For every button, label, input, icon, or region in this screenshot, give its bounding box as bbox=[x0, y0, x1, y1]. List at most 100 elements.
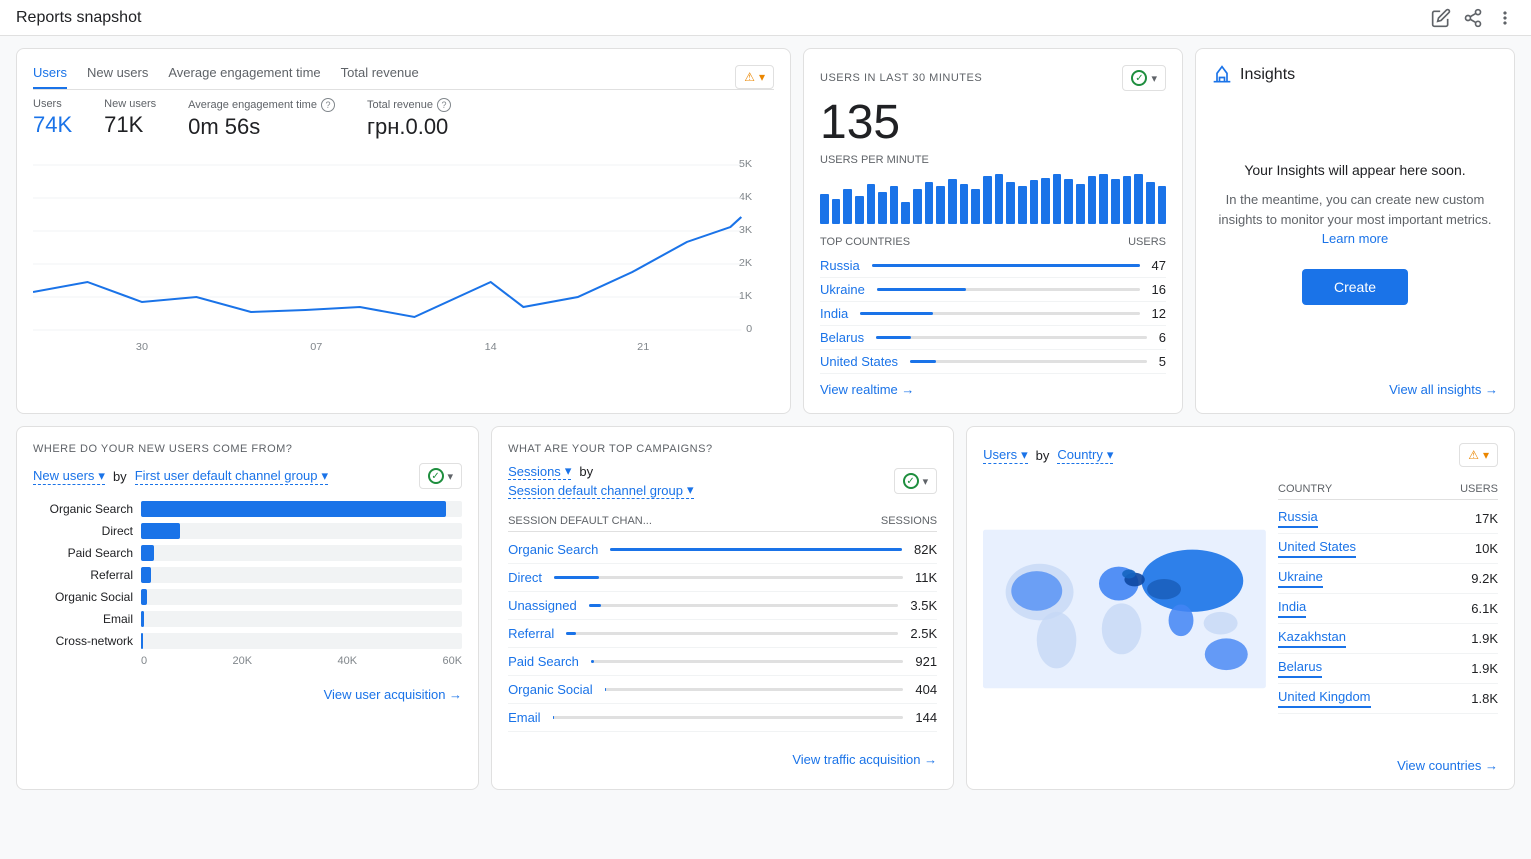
view-user-acquisition-link[interactable]: View user acquisition → bbox=[324, 687, 463, 702]
bar-track bbox=[141, 523, 462, 539]
sessions-label: Sessions bbox=[508, 464, 561, 479]
map-country-name[interactable]: Kazakhstan bbox=[1278, 629, 1346, 644]
tab-new-users[interactable]: New users bbox=[87, 65, 148, 89]
insights-icon bbox=[1212, 65, 1232, 85]
map-bar-line bbox=[1278, 556, 1356, 558]
campaigns-table-row: Unassigned 3.5K bbox=[508, 592, 937, 620]
view-realtime-link[interactable]: View realtime → bbox=[820, 382, 1166, 397]
metric-new-users-value: 71K bbox=[104, 112, 156, 138]
map-table-header: COUNTRY USERS bbox=[1278, 479, 1498, 500]
map-users-label: Users bbox=[983, 447, 1017, 462]
map-table-row: Russia 17K bbox=[1278, 504, 1498, 534]
map-col-country: COUNTRY bbox=[1278, 483, 1332, 495]
insights-title: Insights bbox=[1240, 66, 1295, 84]
map-country-name[interactable]: India bbox=[1278, 599, 1306, 614]
revenue-info-icon[interactable]: ? bbox=[437, 98, 451, 112]
acquisition-bar-row: Organic Social bbox=[33, 589, 462, 605]
map-table-row: United States 10K bbox=[1278, 534, 1498, 564]
map-country-name[interactable]: Russia bbox=[1278, 509, 1318, 524]
bar-fill bbox=[141, 501, 446, 517]
campaigns-view-link-row: View traffic acquisition → bbox=[508, 744, 937, 767]
share-icon[interactable] bbox=[1463, 8, 1483, 28]
channel-name[interactable]: Referral bbox=[508, 626, 554, 641]
channel-group-select[interactable]: Session default channel group ▾ bbox=[508, 482, 693, 499]
green-check-icon bbox=[1131, 70, 1147, 86]
filter-dimension-label: First user default channel group bbox=[135, 468, 318, 483]
minute-bar bbox=[1134, 174, 1143, 224]
edit-icon[interactable] bbox=[1431, 8, 1451, 28]
minute-bar bbox=[948, 179, 957, 224]
metric-tabs: Users New users Average engagement time … bbox=[33, 65, 774, 90]
channel-name[interactable]: Direct bbox=[508, 570, 542, 585]
map-warning-icon: ⚠ bbox=[1468, 448, 1479, 462]
channel-name[interactable]: Organic Search bbox=[508, 542, 598, 557]
sessions-header: Sessions ▾ by Session default channel gr… bbox=[508, 463, 937, 499]
by-label: by bbox=[113, 469, 127, 484]
acquisition-bar-row: Referral bbox=[33, 567, 462, 583]
map-by-label: by bbox=[1036, 448, 1050, 463]
country-name[interactable]: India bbox=[820, 306, 848, 321]
country-name[interactable]: United States bbox=[820, 354, 898, 369]
sessions-metric-select[interactable]: Sessions ▾ bbox=[508, 463, 571, 480]
acquisition-bar-row: Direct bbox=[33, 523, 462, 539]
map-warning-button[interactable]: ⚠ ▾ bbox=[1459, 443, 1498, 467]
map-users-value: 1.8K bbox=[1471, 691, 1498, 706]
country-row: Russia 47 bbox=[820, 254, 1166, 278]
insights-description: In the meantime, you can create new cust… bbox=[1212, 190, 1498, 249]
acquisition-metric-select[interactable]: New users ▾ bbox=[33, 468, 105, 485]
sessions-value: 2.5K bbox=[910, 626, 937, 641]
metric-users-value: 74K bbox=[33, 112, 72, 138]
avg-info-icon[interactable]: ? bbox=[321, 98, 335, 112]
minute-bar bbox=[1064, 179, 1073, 224]
realtime-header: USERS IN LAST 30 MINUTES ▾ bbox=[820, 65, 1166, 91]
filter-dimension-arrow: ▾ bbox=[322, 468, 329, 484]
sessions-value: 3.5K bbox=[910, 598, 937, 613]
map-country-select[interactable]: Country ▾ bbox=[1057, 447, 1113, 464]
tab-avg-engagement[interactable]: Average engagement time bbox=[168, 65, 320, 89]
view-all-insights-row: View all insights → bbox=[1212, 374, 1498, 397]
minute-bar bbox=[820, 194, 829, 224]
view-all-insights-link[interactable]: View all insights → bbox=[1389, 382, 1498, 397]
map-country-label: Country bbox=[1057, 447, 1103, 462]
map-country-cell: United Kingdom bbox=[1278, 689, 1371, 708]
country-bar-wrap bbox=[910, 360, 1147, 363]
channel-name[interactable]: Organic Social bbox=[508, 682, 593, 697]
map-users-select[interactable]: Users ▾ bbox=[983, 447, 1027, 464]
map-country-name[interactable]: Ukraine bbox=[1278, 569, 1323, 584]
channel-name[interactable]: Unassigned bbox=[508, 598, 577, 613]
channel-name[interactable]: Paid Search bbox=[508, 654, 579, 669]
learn-more-link[interactable]: Learn more bbox=[1322, 231, 1388, 246]
map-users-value: 9.2K bbox=[1471, 571, 1498, 586]
map-col-users: USERS bbox=[1460, 483, 1498, 495]
main-content: Users New users Average engagement time … bbox=[0, 36, 1531, 802]
country-bar bbox=[860, 312, 933, 315]
country-row: United States 5 bbox=[820, 350, 1166, 374]
warning-button[interactable]: ⚠ ▾ bbox=[735, 65, 774, 89]
channel-name[interactable]: Email bbox=[508, 710, 541, 725]
campaigns-status-btn[interactable]: ▾ bbox=[894, 468, 938, 494]
map-table-row: Belarus 1.9K bbox=[1278, 654, 1498, 684]
map-country-name[interactable]: Belarus bbox=[1278, 659, 1322, 674]
bar-label: Cross-network bbox=[33, 634, 133, 648]
map-bar-line bbox=[1278, 586, 1323, 588]
more-icon[interactable] bbox=[1495, 8, 1515, 28]
acquisition-bar-row: Organic Search bbox=[33, 501, 462, 517]
create-insights-button[interactable]: Create bbox=[1302, 269, 1408, 305]
tab-users[interactable]: Users bbox=[33, 65, 67, 89]
campaigns-table: SESSION DEFAULT CHAN... SESSIONS Organic… bbox=[508, 511, 937, 732]
map-country-name[interactable]: United States bbox=[1278, 539, 1356, 554]
country-name[interactable]: Russia bbox=[820, 258, 860, 273]
map-country-name[interactable]: United Kingdom bbox=[1278, 689, 1371, 704]
country-name[interactable]: Belarus bbox=[820, 330, 864, 345]
sessions-value: 404 bbox=[915, 682, 937, 697]
realtime-status-button[interactable]: ▾ bbox=[1122, 65, 1166, 91]
view-traffic-acquisition-link[interactable]: View traffic acquisition → bbox=[792, 752, 937, 767]
view-countries-link[interactable]: View countries → bbox=[1397, 758, 1498, 773]
channel-group-arrow: ▾ bbox=[687, 482, 694, 498]
country-name[interactable]: Ukraine bbox=[820, 282, 865, 297]
acquisition-status-btn[interactable]: ▾ bbox=[419, 463, 463, 489]
tab-total-revenue[interactable]: Total revenue bbox=[341, 65, 419, 89]
acquisition-dimension-select[interactable]: First user default channel group ▾ bbox=[135, 468, 328, 485]
minute-bar bbox=[1076, 184, 1085, 224]
minute-bar bbox=[995, 174, 1004, 224]
